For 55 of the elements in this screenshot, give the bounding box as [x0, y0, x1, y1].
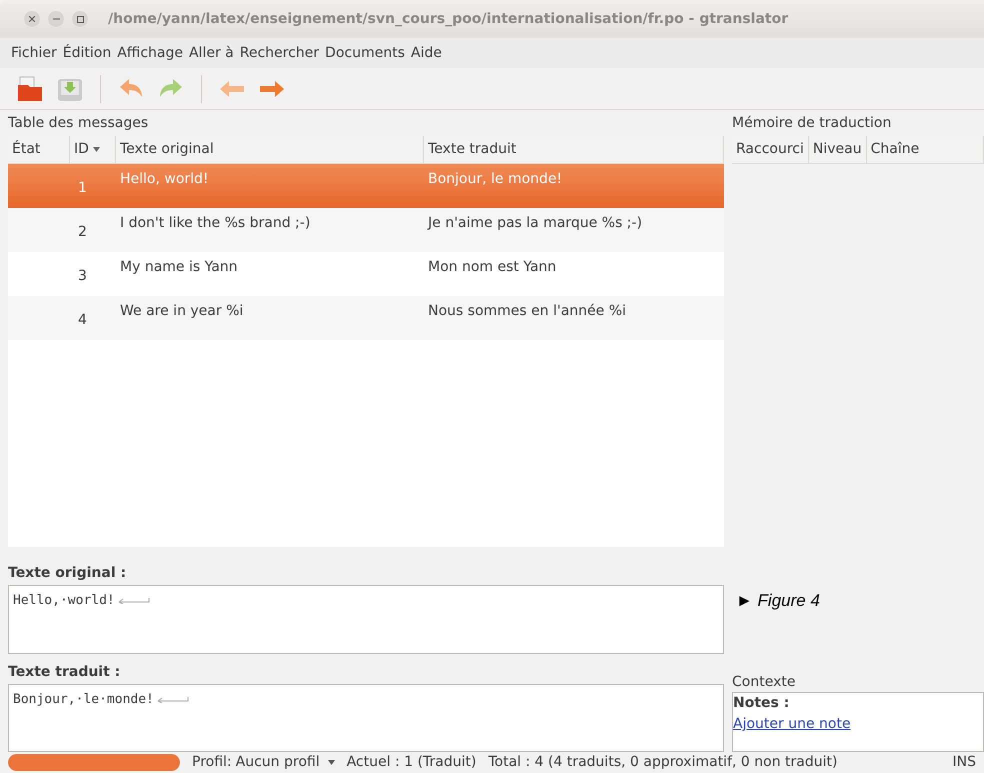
minimize-icon [52, 18, 60, 20]
insert-mode: INS [952, 753, 976, 772]
notes-label: Notes : [733, 694, 790, 714]
message-row[interactable]: 4 We are in year %i Nous sommes en l'année %i [8, 296, 724, 340]
minimize-button[interactable] [48, 11, 64, 27]
translated-text: Bonjour,·le·monde! [13, 692, 154, 708]
table-cell-text: 3 [77, 266, 88, 286]
column-header[interactable]: Niveau [808, 136, 867, 163]
current-status: Actuel : 1 (Traduit) [346, 753, 476, 772]
sort-caret-icon [92, 146, 100, 152]
field-label: Texte traduit : [8, 663, 122, 682]
menu-item[interactable]: Fichier [8, 42, 60, 64]
table-cell-text: I don't like the %s brand ;-) [119, 214, 312, 233]
menu-item[interactable]: Aide [408, 42, 445, 64]
column-header[interactable]: ID [70, 136, 116, 163]
column-header[interactable]: Raccourci [732, 136, 809, 163]
menu-item[interactable]: Documents [322, 42, 408, 64]
table-cell-text: Mon nom est Yann [427, 258, 558, 277]
table-cell-text: Nous sommes en l'année %i [427, 302, 628, 321]
return-icon [156, 695, 190, 704]
close-icon [29, 16, 35, 22]
translation-field[interactable]: Bonjour,·le·monde! [8, 684, 724, 752]
figure-caption: ► Figure 4 [735, 590, 821, 612]
original-text: Hello,·world! [13, 593, 115, 608]
caret-icon [328, 760, 335, 765]
menu-item[interactable]: Affichage [114, 42, 186, 64]
profile-label: Profil: [192, 753, 232, 772]
menu-item[interactable]: Édition [60, 42, 114, 64]
section-title: Contexte [732, 673, 796, 692]
menu-item[interactable]: Rechercher [236, 42, 322, 64]
table-cell-text: 1 [77, 178, 88, 198]
table-cell-text: My name is Yann [119, 258, 239, 277]
window-title: /home/yann/latex/enseignement/svn_cours_poo/internationalisation/fr.po - gtranslator [108, 10, 788, 28]
section-title: Mémoire de traduction [732, 114, 892, 133]
table-cell-text: 2 [77, 222, 88, 242]
column-header[interactable]: État [8, 136, 70, 163]
table-cell-text: Bonjour, le monde! [427, 170, 564, 189]
table-cell-text: Je n'aime pas la marque %s ;-) [426, 214, 644, 233]
table-cell-text: We are in year %i [119, 302, 244, 321]
return-icon [116, 596, 151, 604]
profile-dropdown[interactable]: Aucun profil [236, 752, 335, 773]
section-title: Table des messages [8, 114, 150, 133]
table-cell-text: Hello, world! [119, 170, 210, 189]
column-header[interactable]: Texte traduit [424, 136, 724, 163]
column-header[interactable]: Chaîne [866, 136, 984, 163]
add-note-link[interactable]: Ajouter une note [733, 714, 851, 736]
column-header[interactable]: Texte original [116, 136, 424, 163]
close-button[interactable] [24, 11, 40, 27]
table-cell-text: 4 [77, 310, 88, 330]
message-row[interactable]: 2 I don't like the %s brand ;-) Je n'aime pas la marque %s ;-) [8, 208, 724, 252]
field-label: Texte original : [8, 564, 128, 584]
menu-item[interactable]: Aller à [186, 42, 237, 64]
total-status: Total : 4 (4 traduits, 0 approximatif, 0 non traduit) [488, 753, 838, 772]
maximize-button[interactable] [72, 11, 88, 27]
maximize-icon [76, 16, 84, 22]
